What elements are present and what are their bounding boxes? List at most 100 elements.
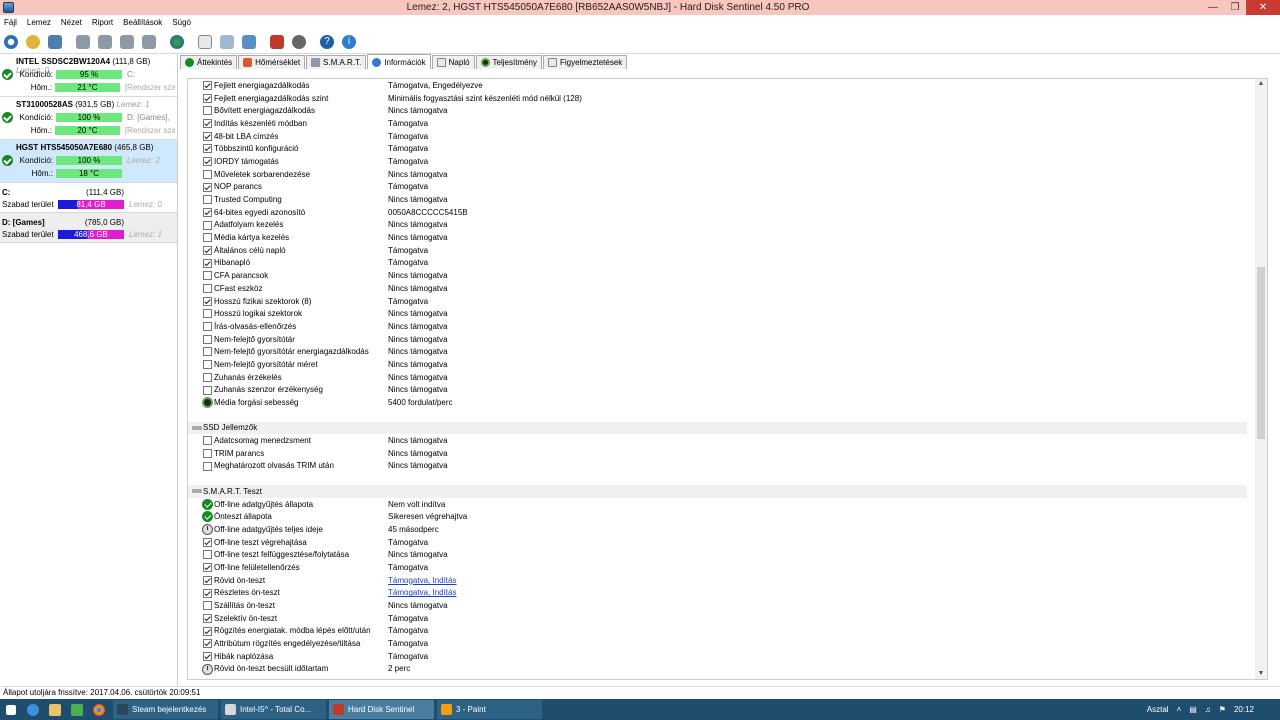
info-row: Off-line teszt végrehajtása Támogatva — [188, 536, 1267, 549]
info-key: Média forgási sebesség — [214, 398, 299, 408]
chrome-icon[interactable] — [88, 699, 110, 720]
chevron-up-icon[interactable]: ˄ — [1177, 705, 1182, 714]
start-icon[interactable] — [0, 699, 22, 720]
info-value: 5400 fordulat/perc — [388, 398, 453, 408]
menu-help[interactable]: Súgó — [172, 18, 191, 27]
scroll-down-arrow[interactable]: ▼ — [1257, 670, 1265, 678]
section-header[interactable]: S.M.A.R.T. Teszt — [188, 485, 1247, 498]
info-row: TRIM parancs Nincs támogatva — [188, 447, 1267, 460]
volume-name: D: [Games] — [2, 217, 45, 227]
info-key: TRIM parancs — [214, 448, 265, 458]
ok-icon — [202, 498, 213, 510]
volume-entry-c[interactable]: C: (111,4 GB) Szabad terület 81,4 GB Lemez:… — [0, 183, 177, 213]
info-key: Adatcsomag menedzsment — [214, 436, 311, 446]
info-row: Részletes ön-teszt Támogatva, Indítás — [188, 587, 1267, 600]
volume-entry-d[interactable]: D: [Games] (785,0 GB) Szabad terület 468,6… — [0, 213, 177, 243]
test-icon-3[interactable] — [118, 33, 136, 51]
tab-overview[interactable]: Áttekintés — [180, 55, 238, 69]
browser-icon[interactable] — [22, 699, 44, 720]
condition-label: Kondíció: — [19, 156, 53, 165]
checkbox-unchecked-icon — [203, 233, 212, 243]
settings-icon[interactable] — [290, 33, 308, 51]
disk-name: ST31000528AS — [16, 100, 73, 109]
clock-icon — [202, 663, 213, 675]
paint-icon — [441, 704, 452, 715]
scroll-thumb[interactable] — [1257, 267, 1265, 439]
checkbox-checked-icon — [203, 258, 212, 268]
test-icon-4[interactable] — [140, 33, 158, 51]
checkbox-unchecked-icon — [203, 601, 212, 611]
menu-file[interactable]: Fájl — [4, 18, 17, 27]
menu-disk[interactable]: Lemez — [27, 18, 51, 27]
disk-entry-1[interactable]: ST31000528AS (931,5 GB) Lemez: 1 Kondíci… — [0, 97, 177, 140]
minimize-button[interactable]: — — [1202, 2, 1224, 13]
info-row: Nem-felejtő gyorsítótár Nincs támogatva — [188, 333, 1267, 346]
disk-entry-2[interactable]: HGST HTS545050A7E680 (465,8 GB) Kondíció… — [0, 140, 177, 183]
info-row: Hosszú logikai szektorok Nincs támogatva — [188, 307, 1267, 320]
taskbar-item-totalcommander[interactable]: Intel-I5^ - Total Co... — [221, 700, 326, 719]
info-value: Nincs támogatva — [388, 220, 448, 230]
report-icon[interactable] — [196, 33, 214, 51]
help-icon[interactable]: ? — [318, 33, 336, 51]
volume-icon[interactable]: ♫ — [1205, 705, 1211, 714]
copy-icon[interactable] — [218, 33, 236, 51]
info-icon[interactable]: i — [340, 33, 358, 51]
disk-info-icon[interactable] — [46, 33, 64, 51]
tab-smart[interactable]: S.M.A.R.T. — [306, 55, 367, 69]
section-title: SSD Jellemzők — [203, 423, 258, 433]
volume-disk: Lemez: 1 — [129, 229, 162, 239]
condition-bar: 100 % — [56, 156, 122, 165]
send-icon[interactable] — [240, 33, 258, 51]
scroll-up-arrow[interactable]: ▲ — [1257, 80, 1265, 88]
taskbar-item-paint[interactable]: 3 - Paint — [437, 700, 542, 719]
condition-bar: 100 % — [56, 113, 122, 122]
info-row: Adatfolyam kezelés Nincs támogatva — [188, 219, 1267, 232]
info-key: Hosszú fizikai szektorok (8) — [214, 296, 312, 306]
free-space-bar: 81,4 GB — [58, 199, 124, 209]
disk-entry-0[interactable]: INTEL SSDSC2BW120A4 (111,8 GB) Lemez: 0 … — [0, 54, 177, 97]
tab-label: Hőmérséklet — [255, 58, 301, 67]
volume-size: (785,0 GB) — [84, 217, 124, 227]
tab-performance[interactable]: Teljesítmény — [475, 55, 543, 69]
info-key: Szállítás ön-teszt — [214, 601, 275, 611]
desktop-toolbar[interactable]: Asztal — [1147, 705, 1169, 714]
condition-label: Kondíció: — [19, 113, 53, 122]
info-value: Támogatva — [388, 296, 429, 306]
info-value-link[interactable]: Támogatva, Indítás — [388, 588, 456, 597]
tab-information[interactable]: Információk — [367, 54, 431, 69]
info-value: Nincs támogatva — [388, 309, 448, 319]
alert-icon[interactable] — [268, 33, 286, 51]
info-key: Off-line adatgyűjtés állapota — [214, 499, 314, 509]
menu-settings[interactable]: Beállítások — [123, 18, 162, 27]
section-header[interactable]: SSD Jellemzők — [188, 421, 1247, 435]
folder-icon[interactable] — [44, 699, 66, 720]
disk-status-icon[interactable] — [24, 33, 42, 51]
taskbar: Steam bejelentkezés Intel-I5^ - Total Co… — [0, 699, 1280, 720]
globe-icon[interactable] — [168, 33, 186, 51]
task-label: Intel-I5^ - Total Co... — [240, 705, 312, 714]
info-row: Off-line adatgyűjtés állapota Nem volt in… — [188, 498, 1267, 511]
tab-temperature[interactable]: Hőmérséklet — [238, 55, 306, 69]
taskbar-item-hdsentinel[interactable]: Hard Disk Sentinel — [329, 700, 434, 719]
menu-view[interactable]: Nézet — [61, 18, 82, 27]
refresh-icon[interactable] — [2, 33, 20, 51]
store-icon[interactable] — [66, 699, 88, 720]
tab-alerts[interactable]: Figyelmeztetések — [543, 55, 628, 69]
info-key: IORDY támogatás — [214, 156, 279, 166]
tab-log[interactable]: Napló — [431, 55, 475, 69]
taskbar-item-steam[interactable]: Steam bejelentkezés — [113, 700, 218, 719]
network-icon[interactable]: ▤ — [1189, 705, 1197, 714]
maximize-button[interactable]: ❐ — [1224, 2, 1246, 13]
clock[interactable]: 20:12 — [1234, 705, 1254, 714]
info-row: Off-line teszt felfüggesztése/folytatása… — [188, 548, 1267, 561]
vertical-scrollbar[interactable]: ▲ ▼ — [1255, 79, 1267, 679]
information-list[interactable]: Fejlett energiagazdálkodás Támogatva, Eng… — [187, 78, 1268, 680]
info-value-link[interactable]: Támogatva, Indítás — [388, 576, 456, 585]
task-label: 3 - Paint — [456, 705, 486, 714]
test-icon-1[interactable] — [74, 33, 92, 51]
info-value: 2 perc — [388, 664, 411, 674]
test-icon-2[interactable] — [96, 33, 114, 51]
close-button[interactable]: ✕ — [1246, 0, 1280, 15]
flag-icon[interactable]: ⚑ — [1219, 705, 1226, 714]
menu-report[interactable]: Riport — [92, 18, 113, 27]
